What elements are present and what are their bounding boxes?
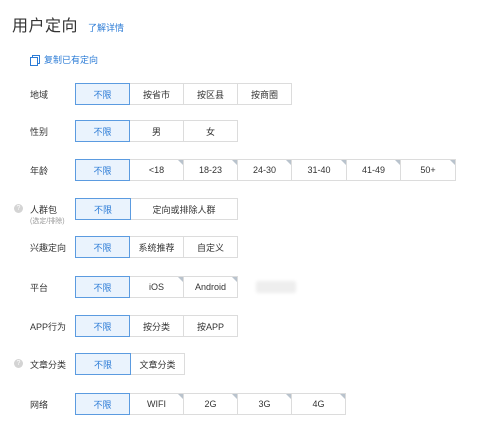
gender-option-male[interactable]: 男 [129, 120, 184, 142]
network-label: 网络 [30, 400, 49, 410]
network-option-3g[interactable]: 3G [237, 393, 292, 415]
page-title: 用户定向 [12, 18, 79, 35]
article-option-unlimited[interactable]: 不限 [75, 353, 131, 375]
platform-label: 平台 [30, 283, 49, 293]
learn-more-link[interactable]: 了解详情 [88, 21, 124, 34]
copy-targeting-link[interactable]: 复制已有定向 [30, 53, 98, 66]
article-category-options: 不限 文章分类 [75, 353, 185, 375]
app-behavior-label: APP行为 [30, 322, 67, 332]
network-options: 不限 WIFI 2G 3G 4G [75, 393, 346, 415]
interest-options: 不限 系统推荐 自定义 [75, 236, 238, 258]
age-option-31-40[interactable]: 31-40 [291, 159, 347, 181]
article-category-label: 文章分类 [30, 360, 67, 370]
region-option-business-area[interactable]: 按商圈 [237, 83, 292, 105]
gender-option-unlimited[interactable]: 不限 [75, 120, 130, 142]
age-option-41-49[interactable]: 41-49 [346, 159, 401, 181]
audience-sublabel: (选定/排除) [30, 218, 65, 225]
age-option-24-30[interactable]: 24-30 [237, 159, 292, 181]
gender-options: 不限 男 女 [75, 120, 238, 142]
platform-option-android[interactable]: Android [183, 276, 238, 298]
app-option-by-app[interactable]: 按APP [183, 315, 238, 337]
audience-label: 人群包 [30, 205, 58, 215]
interest-option-unlimited[interactable]: 不限 [75, 236, 130, 258]
audience-row: ? 人群包 (选定/排除) 不限 定向或排除人群 [0, 198, 500, 225]
age-options: 不限 <18 18-23 24-30 31-40 41-49 50+ [75, 159, 456, 181]
platform-option-ios[interactable]: iOS [129, 276, 184, 298]
age-option-unlimited[interactable]: 不限 [75, 159, 130, 181]
interest-label: 兴趣定向 [30, 243, 67, 253]
app-option-by-category[interactable]: 按分类 [129, 315, 184, 337]
page-header: 用户定向 了解详情 [12, 12, 124, 36]
platform-options: 不限 iOS Android [75, 276, 238, 298]
gender-option-female[interactable]: 女 [183, 120, 238, 142]
region-label: 地域 [30, 90, 49, 100]
region-options: 不限 按省市 按区县 按商圈 [75, 83, 292, 105]
region-option-district[interactable]: 按区县 [183, 83, 238, 105]
age-row: 年龄 不限 <18 18-23 24-30 31-40 41-49 50+ [0, 159, 500, 181]
gender-label: 性别 [30, 127, 49, 137]
region-row: 地域 不限 按省市 按区县 按商圈 [0, 83, 500, 105]
age-option-18-23[interactable]: 18-23 [183, 159, 238, 181]
copy-targeting-label: 复制已有定向 [44, 55, 99, 65]
region-option-unlimited[interactable]: 不限 [75, 83, 130, 105]
region-option-province-city[interactable]: 按省市 [129, 83, 184, 105]
question-circle-icon[interactable]: ? [14, 359, 23, 368]
copy-icon [30, 54, 40, 66]
network-row: 网络 不限 WIFI 2G 3G 4G [0, 393, 500, 415]
platform-row: 平台 不限 iOS Android [0, 276, 500, 298]
audience-option-unlimited[interactable]: 不限 [75, 198, 131, 220]
network-option-4g[interactable]: 4G [291, 393, 346, 415]
audience-options: 不限 定向或排除人群 [75, 198, 238, 220]
interest-option-custom[interactable]: 自定义 [183, 236, 238, 258]
app-behavior-row: APP行为 不限 按分类 按APP [0, 315, 500, 337]
interest-option-system-recommend[interactable]: 系统推荐 [129, 236, 184, 258]
network-option-unlimited[interactable]: 不限 [75, 393, 130, 415]
age-option-under-18[interactable]: <18 [129, 159, 184, 181]
network-option-2g[interactable]: 2G [183, 393, 238, 415]
article-category-row: ? 文章分类 不限 文章分类 [0, 353, 500, 375]
app-behavior-options: 不限 按分类 按APP [75, 315, 238, 337]
article-option-category[interactable]: 文章分类 [130, 353, 185, 375]
blurred-option [256, 281, 296, 293]
age-label: 年龄 [30, 166, 49, 176]
age-option-50-plus[interactable]: 50+ [400, 159, 456, 181]
audience-option-target-exclude[interactable]: 定向或排除人群 [130, 198, 238, 220]
network-option-wifi[interactable]: WIFI [129, 393, 184, 415]
interest-row: 兴趣定向 不限 系统推荐 自定义 [0, 236, 500, 258]
platform-option-unlimited[interactable]: 不限 [75, 276, 130, 298]
gender-row: 性别 不限 男 女 [0, 120, 500, 142]
question-circle-icon[interactable]: ? [14, 204, 23, 213]
app-option-unlimited[interactable]: 不限 [75, 315, 130, 337]
